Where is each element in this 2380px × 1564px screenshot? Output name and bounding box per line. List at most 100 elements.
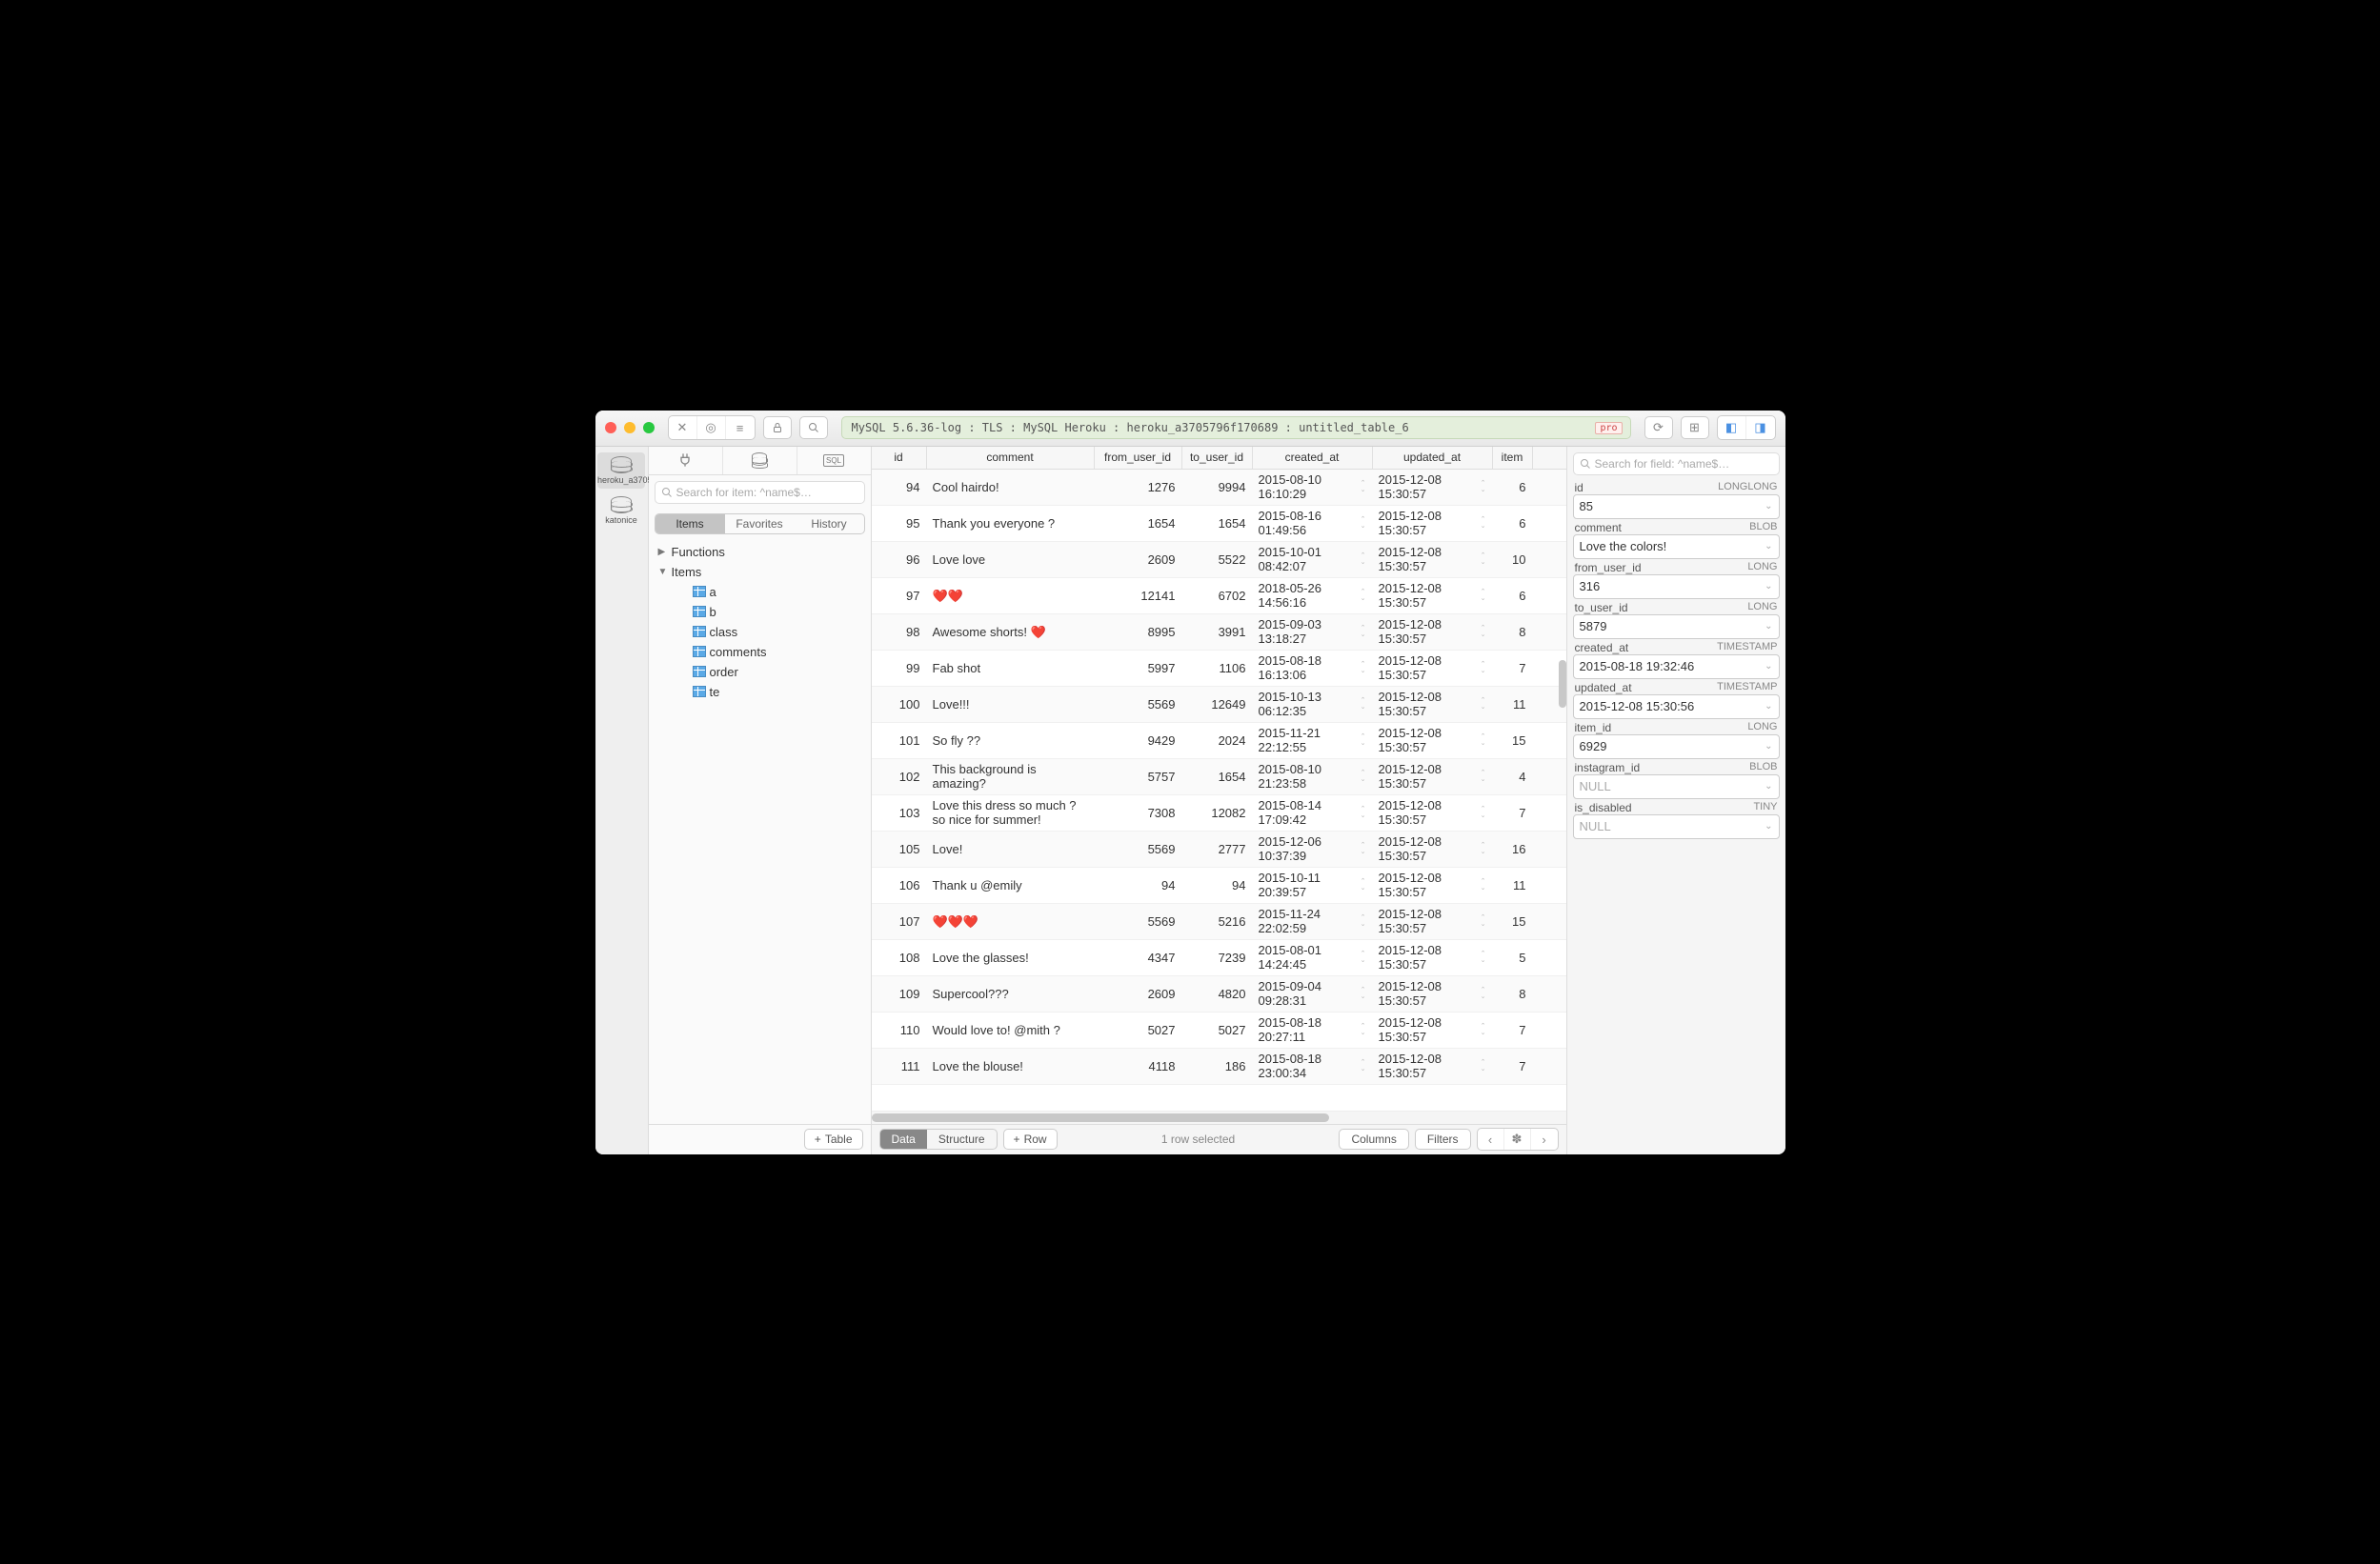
stepper-icon[interactable]: ⌃⌄ bbox=[1481, 480, 1486, 493]
field-input-item_id[interactable]: 6929⌄ bbox=[1573, 734, 1780, 759]
stepper-icon[interactable]: ⌃⌄ bbox=[1481, 516, 1486, 530]
tree-functions[interactable]: ▶Functions bbox=[656, 542, 863, 562]
stepper-icon[interactable]: ⌃⌄ bbox=[1361, 1023, 1366, 1036]
tab-structure[interactable]: Structure bbox=[927, 1130, 997, 1149]
stepper-icon[interactable]: ⌃⌄ bbox=[1361, 842, 1366, 855]
stepper-icon[interactable]: ⌃⌄ bbox=[1361, 480, 1366, 493]
tab-items[interactable]: Items bbox=[656, 514, 725, 533]
tab-data[interactable]: Data bbox=[880, 1130, 927, 1149]
stepper-icon[interactable]: ⌃⌄ bbox=[1481, 878, 1486, 892]
field-input-created_at[interactable]: 2015-08-18 19:32:46⌄ bbox=[1573, 654, 1780, 679]
stepper-icon[interactable]: ⌃⌄ bbox=[1481, 697, 1486, 711]
table-row[interactable]: 94Cool hairdo!127699942015-08-1016:10:29… bbox=[872, 470, 1566, 506]
stepper-icon[interactable]: ⌃⌄ bbox=[1481, 914, 1486, 928]
inspector-search[interactable]: Search for field: ^name$… bbox=[1573, 452, 1780, 475]
plug-icon[interactable] bbox=[649, 447, 723, 474]
close-icon[interactable] bbox=[605, 422, 616, 433]
minimize-icon[interactable] bbox=[624, 422, 635, 433]
add-row-button[interactable]: +Row bbox=[1003, 1129, 1058, 1150]
search-icon[interactable] bbox=[799, 416, 828, 439]
tab-favorites[interactable]: Favorites bbox=[725, 514, 795, 533]
field-input-updated_at[interactable]: 2015-12-08 15:30:56⌄ bbox=[1573, 694, 1780, 719]
table-row[interactable]: 98Awesome shorts! ❤️899539912015-09-0313… bbox=[872, 614, 1566, 651]
table-b[interactable]: b bbox=[656, 602, 863, 622]
table-row[interactable]: 96Love love260955222015-10-0108:42:07⌃⌄2… bbox=[872, 542, 1566, 578]
table-row[interactable]: 110Would love to! @mith ?502750272015-08… bbox=[872, 1013, 1566, 1049]
connection-katonice[interactable]: katonice bbox=[597, 492, 645, 529]
table-row[interactable]: 100Love!!!5569126492015-10-1306:12:35⌃⌄2… bbox=[872, 687, 1566, 723]
table-order[interactable]: order bbox=[656, 662, 863, 682]
stepper-icon[interactable]: ⌃⌄ bbox=[1361, 1059, 1366, 1073]
stepper-icon[interactable]: ⌃⌄ bbox=[1481, 806, 1486, 819]
table-comments[interactable]: comments bbox=[656, 642, 863, 662]
table-row[interactable]: 107❤️❤️❤️556952162015-11-2422:02:59⌃⌄201… bbox=[872, 904, 1566, 940]
field-input-id[interactable]: 85⌄ bbox=[1573, 494, 1780, 519]
breadcrumb[interactable]: MySQL 5.6.36-log : TLS : MySQL Heroku : … bbox=[841, 416, 1631, 439]
table-row[interactable]: 111Love the blouse!41181862015-08-1823:0… bbox=[872, 1049, 1566, 1085]
table-te[interactable]: te bbox=[656, 682, 863, 702]
gear-icon[interactable]: ✽ bbox=[1504, 1129, 1531, 1150]
stepper-icon[interactable]: ⌃⌄ bbox=[1361, 806, 1366, 819]
field-input-from_user_id[interactable]: 316⌄ bbox=[1573, 574, 1780, 599]
field-input-is_disabled[interactable]: NULL⌄ bbox=[1573, 814, 1780, 839]
table-class[interactable]: class bbox=[656, 622, 863, 642]
stepper-icon[interactable]: ⌃⌄ bbox=[1481, 987, 1486, 1000]
field-input-instagram_id[interactable]: NULL⌄ bbox=[1573, 774, 1780, 799]
stepper-icon[interactable]: ⌃⌄ bbox=[1361, 697, 1366, 711]
table-row[interactable]: 108Love the glasses!434772392015-08-0114… bbox=[872, 940, 1566, 976]
stepper-icon[interactable]: ⌃⌄ bbox=[1361, 552, 1366, 566]
stepper-icon[interactable]: ⌃⌄ bbox=[1361, 770, 1366, 783]
stepper-icon[interactable]: ⌃⌄ bbox=[1481, 552, 1486, 566]
stepper-icon[interactable]: ⌃⌄ bbox=[1481, 1059, 1486, 1073]
stepper-icon[interactable]: ⌃⌄ bbox=[1361, 951, 1366, 964]
grid-icon[interactable]: ⊞ bbox=[1681, 416, 1709, 439]
col-from-user[interactable]: from_user_id bbox=[1095, 447, 1182, 469]
columns-button[interactable]: Columns bbox=[1339, 1129, 1408, 1150]
stepper-icon[interactable]: ⌃⌄ bbox=[1361, 516, 1366, 530]
sql-icon[interactable]: SQL bbox=[797, 447, 871, 474]
add-table-button[interactable]: +Table bbox=[804, 1129, 863, 1150]
table-row[interactable]: 105Love!556927772015-12-0610:37:39⌃⌄2015… bbox=[872, 832, 1566, 868]
field-input-to_user_id[interactable]: 5879⌄ bbox=[1573, 614, 1780, 639]
sidebar-search[interactable]: Search for item: ^name$… bbox=[655, 481, 865, 504]
stepper-icon[interactable]: ⌃⌄ bbox=[1481, 1023, 1486, 1036]
stepper-icon[interactable]: ⌃⌄ bbox=[1361, 914, 1366, 928]
stepper-icon[interactable]: ⌃⌄ bbox=[1361, 987, 1366, 1000]
table-row[interactable]: 95Thank you everyone ?165416542015-08-16… bbox=[872, 506, 1566, 542]
refresh-icon[interactable]: ⟳ bbox=[1644, 416, 1673, 439]
table-row[interactable]: 99Fab shot599711062015-08-1816:13:06⌃⌄20… bbox=[872, 651, 1566, 687]
stepper-icon[interactable]: ⌃⌄ bbox=[1361, 589, 1366, 602]
tab-history[interactable]: History bbox=[795, 514, 864, 533]
close-tab-icon[interactable]: ✕ bbox=[669, 416, 697, 439]
stepper-icon[interactable]: ⌃⌄ bbox=[1361, 661, 1366, 674]
table-body[interactable]: 94Cool hairdo!127699942015-08-1016:10:29… bbox=[872, 470, 1566, 1111]
left-panel-icon[interactable]: ◧ bbox=[1718, 416, 1746, 439]
stepper-icon[interactable]: ⌃⌄ bbox=[1481, 842, 1486, 855]
horizontal-scrollbar[interactable] bbox=[872, 1111, 1566, 1124]
table-row[interactable]: 106Thank u @emily94942015-10-1120:39:57⌃… bbox=[872, 868, 1566, 904]
field-input-comment[interactable]: Love the colors!⌄ bbox=[1573, 534, 1780, 559]
stepper-icon[interactable]: ⌃⌄ bbox=[1481, 625, 1486, 638]
lock-icon[interactable] bbox=[763, 416, 792, 439]
table-row[interactable]: 109Supercool???260948202015-09-0409:28:3… bbox=[872, 976, 1566, 1013]
filters-button[interactable]: Filters bbox=[1415, 1129, 1471, 1150]
connection-heroku[interactable]: heroku_a370579… bbox=[597, 452, 645, 489]
stepper-icon[interactable]: ⌃⌄ bbox=[1481, 589, 1486, 602]
prev-icon[interactable]: ‹ bbox=[1478, 1129, 1504, 1150]
table-row[interactable]: 101So fly ??942920242015-11-2122:12:55⌃⌄… bbox=[872, 723, 1566, 759]
col-updated[interactable]: updated_at bbox=[1373, 447, 1493, 469]
col-item[interactable]: item bbox=[1493, 447, 1533, 469]
col-comment[interactable]: comment bbox=[927, 447, 1095, 469]
col-created[interactable]: created_at bbox=[1253, 447, 1373, 469]
table-a[interactable]: a bbox=[656, 582, 863, 602]
eye-icon[interactable]: ◎ bbox=[697, 416, 726, 439]
col-id[interactable]: id bbox=[872, 447, 927, 469]
table-row[interactable]: 103Love this dress so much ? so nice for… bbox=[872, 795, 1566, 832]
col-to-user[interactable]: to_user_id bbox=[1182, 447, 1253, 469]
next-icon[interactable]: › bbox=[1531, 1129, 1558, 1150]
stepper-icon[interactable]: ⌃⌄ bbox=[1361, 733, 1366, 747]
stepper-icon[interactable]: ⌃⌄ bbox=[1481, 951, 1486, 964]
tree-items[interactable]: ▼Items bbox=[656, 562, 863, 582]
stepper-icon[interactable]: ⌃⌄ bbox=[1481, 661, 1486, 674]
list-icon[interactable]: ≡ bbox=[726, 416, 755, 439]
